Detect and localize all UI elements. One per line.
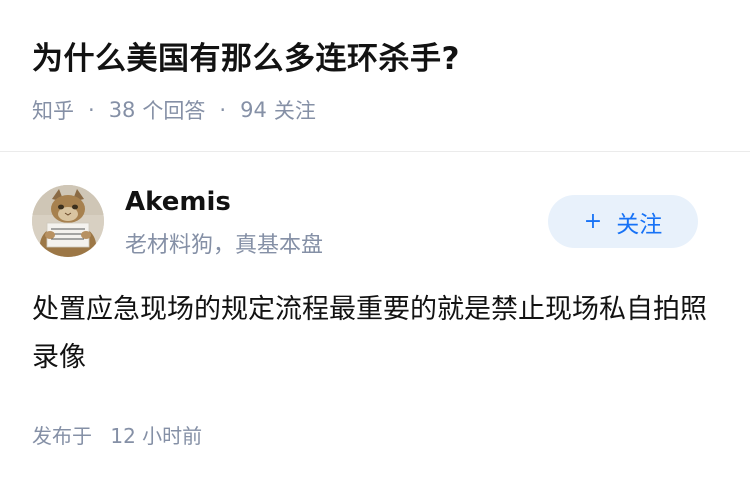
question-title[interactable]: 为什么美国有那么多连环杀手? — [32, 33, 460, 78]
meta-separator-dot: · — [219, 98, 227, 122]
meta-separator-dot: · — [88, 98, 95, 122]
avatar[interactable] — [32, 185, 104, 257]
author-bio: 老材料狗，真基本盘 — [125, 233, 324, 258]
answers-label: 个回答 — [142, 99, 206, 123]
publish-time: 发布于 12 小时前 — [32, 420, 202, 449]
follows-count: 94 — [240, 98, 267, 122]
answer-page: 为什么美国有那么多连环杀手? 知乎 · 38 个回答 · 94 关注 Akemi… — [0, 0, 750, 486]
publish-time-value: 12 小时前 — [110, 424, 203, 448]
source-label[interactable]: 知乎 — [32, 95, 74, 125]
answer-content[interactable]: 处置应急现场的规定流程最重要的就是禁止现场私自拍照录像 — [32, 286, 722, 382]
divider — [0, 151, 750, 152]
follow-button-label: 关注 — [616, 211, 663, 238]
question-meta: 知乎 · 38 个回答 · 94 关注 — [32, 95, 316, 125]
author-name[interactable]: Akemis — [125, 187, 231, 217]
answers-count: 38 — [108, 98, 136, 122]
follow-button[interactable]: + 关注 — [548, 195, 698, 248]
follows-label: 关注 — [273, 99, 316, 123]
cat-holding-sign-avatar-icon — [32, 185, 104, 257]
publish-label: 发布于 — [32, 424, 92, 448]
plus-icon: + — [583, 209, 603, 234]
